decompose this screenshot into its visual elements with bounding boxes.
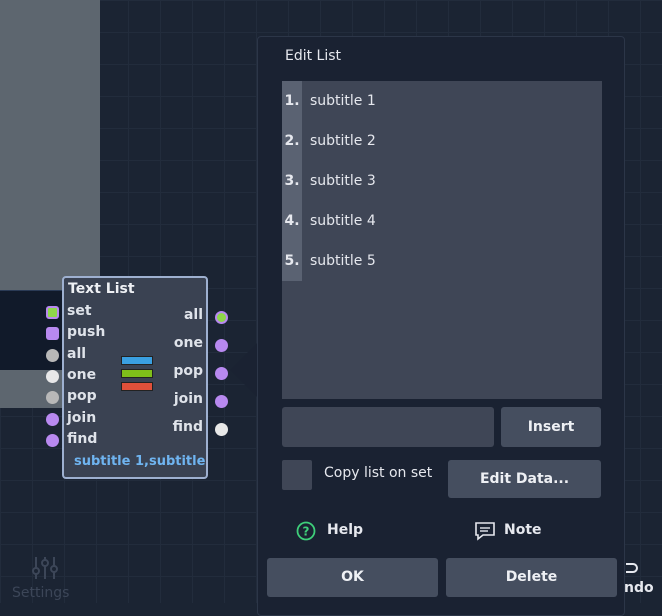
- ok-button[interactable]: OK: [267, 558, 438, 597]
- output-label-join: join: [173, 391, 203, 407]
- dialog-pointer: [230, 340, 260, 400]
- text-list-node[interactable]: Text List set push all one pop join find all one…: [46, 276, 228, 479]
- input-label-set: set: [67, 303, 92, 319]
- delete-button[interactable]: Delete: [446, 558, 617, 597]
- dialog-title: Edit List: [285, 48, 342, 64]
- background-panel: [0, 0, 100, 290]
- list-item[interactable]: 1. subtitle 1: [282, 81, 602, 121]
- list-item[interactable]: 5. subtitle 5: [282, 241, 602, 281]
- list-item[interactable]: 3. subtitle 3: [282, 161, 602, 201]
- list-item-text: subtitle 3: [310, 173, 376, 189]
- list-item[interactable]: 4. subtitle 4: [282, 201, 602, 241]
- list-item-text: subtitle 1: [310, 93, 376, 109]
- output-port-all[interactable]: [215, 311, 228, 324]
- list-stack-icon: [121, 356, 153, 395]
- input-port-find[interactable]: [46, 433, 59, 447]
- input-label-find: find: [67, 430, 98, 447]
- input-label-push: push: [67, 324, 106, 341]
- output-label-one: one: [173, 335, 203, 351]
- output-label-pop: pop: [173, 363, 203, 379]
- list-item-number: 4.: [282, 201, 302, 241]
- stack-bar: [121, 356, 153, 365]
- item-input[interactable]: [282, 407, 494, 447]
- settings-label: Settings: [12, 585, 70, 601]
- node-preview-text: subtitle 1,subtitle: [74, 454, 206, 469]
- input-port-one[interactable]: [46, 369, 59, 383]
- svg-text:?: ?: [303, 525, 310, 539]
- list-item-text: subtitle 2: [310, 133, 376, 149]
- copy-list-checkbox[interactable]: [282, 460, 312, 490]
- undo-label[interactable]: ndo: [624, 580, 654, 596]
- sliders-icon: [32, 557, 58, 579]
- output-port-one[interactable]: [215, 339, 228, 352]
- node-title: Text List: [68, 281, 135, 297]
- list-item-number: 5.: [282, 241, 302, 281]
- output-port-pop[interactable]: [215, 367, 228, 380]
- note-label: Note: [504, 522, 542, 538]
- list-item[interactable]: 2. subtitle 2: [282, 121, 602, 161]
- input-label-all: all: [67, 345, 87, 362]
- input-port-set[interactable]: [46, 306, 59, 319]
- help-label: Help: [327, 522, 364, 538]
- input-port-push[interactable]: [46, 327, 59, 341]
- list-item-text: subtitle 5: [310, 253, 376, 269]
- help-icon: ?: [296, 521, 316, 541]
- stack-bar: [121, 369, 153, 378]
- input-port-join[interactable]: [46, 412, 59, 426]
- undo-icon: [626, 563, 638, 573]
- stack-bar: [121, 382, 153, 391]
- settings-button[interactable]: Settings: [12, 555, 76, 603]
- input-port-all[interactable]: [46, 348, 59, 362]
- output-port-find[interactable]: [215, 423, 228, 436]
- list-editor[interactable]: 1. subtitle 1 2. subtitle 2 3. subtitle 3 4. su…: [282, 81, 602, 399]
- insert-button[interactable]: Insert: [501, 407, 601, 447]
- list-item-number: 1.: [282, 81, 302, 121]
- note-icon: [475, 522, 495, 541]
- input-label-one: one: [67, 366, 97, 383]
- list-item-number: 2.: [282, 121, 302, 161]
- edit-list-dialog: Edit List 1. subtitle 1 2. subtitle 2 3. subt…: [257, 36, 625, 616]
- list-item-number: 3.: [282, 161, 302, 201]
- input-label-pop: pop: [67, 388, 97, 405]
- edit-data-button[interactable]: Edit Data...: [448, 460, 601, 498]
- input-label-join: join: [67, 409, 97, 426]
- output-port-join[interactable]: [215, 395, 228, 408]
- output-label-find: find: [172, 419, 203, 435]
- copy-list-label: Copy list on set: [324, 465, 433, 481]
- output-label-all: all: [183, 307, 203, 323]
- list-item-text: subtitle 4: [310, 213, 376, 229]
